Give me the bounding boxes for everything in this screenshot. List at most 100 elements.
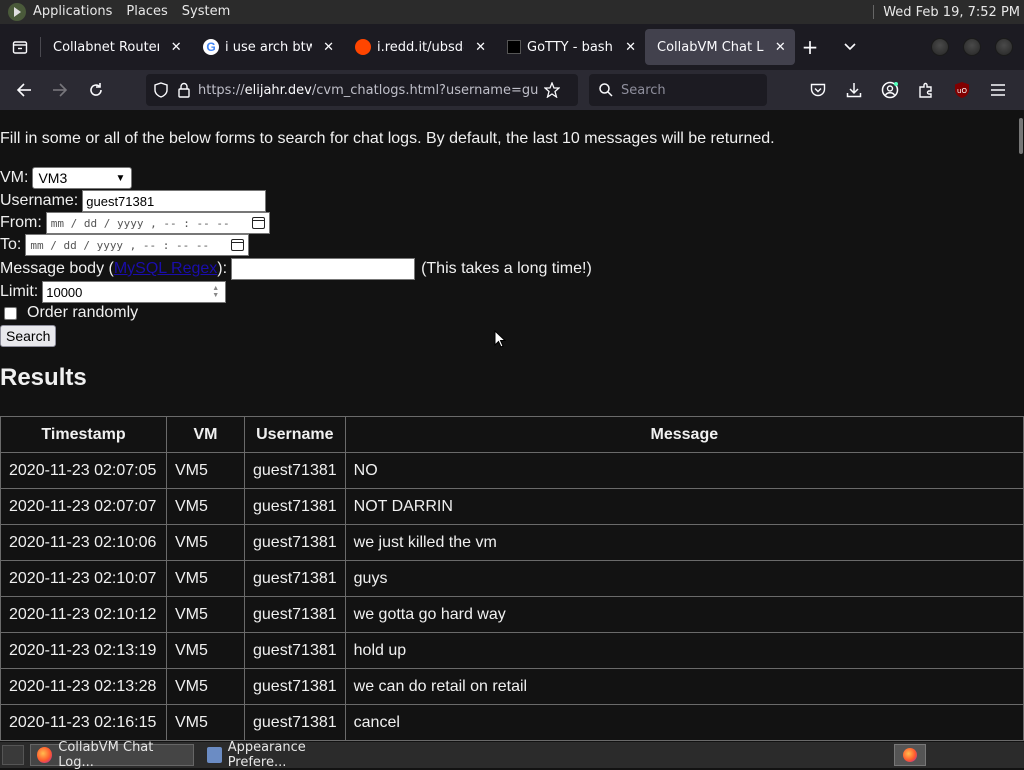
list-all-tabs-button[interactable] [835, 40, 865, 54]
close-icon[interactable]: ✕ [169, 40, 183, 55]
to-row: To: mm / dd / yyyy , -- : -- -- [0, 234, 250, 256]
reload-button[interactable] [78, 74, 114, 106]
close-icon[interactable]: ✕ [322, 40, 335, 55]
show-desktop-button[interactable] [2, 745, 24, 765]
message-body-input[interactable] [231, 258, 416, 280]
from-datetime-input[interactable]: mm / dd / yyyy , -- : -- -- [45, 212, 270, 234]
cell-message: we just killed the vm [344, 524, 1024, 561]
arrow-right-icon [53, 83, 68, 97]
back-button[interactable] [6, 74, 42, 106]
taskbar-item-appearance-preferences[interactable]: Appearance Prefere... [200, 740, 364, 770]
cell-username: guest71381 [244, 632, 346, 669]
table-row: 2020-11-23 02:10:12 VM5 guest71381 we gotta… [0, 596, 1024, 633]
cell-message: we gotta go hard way [344, 596, 1024, 633]
url-bar[interactable]: https://elijahr.dev/cvm_chatlogs.html?us… [146, 74, 578, 106]
arrow-left-icon [16, 83, 31, 97]
page-scrollbar[interactable] [1019, 118, 1023, 154]
tab-reddit-image[interactable]: i.redd.it/ubsd8x ✕ [343, 29, 495, 65]
star-icon[interactable] [544, 82, 560, 98]
cell-vm: VM5 [166, 704, 245, 741]
close-icon[interactable]: ✕ [474, 40, 487, 55]
downloads-button[interactable] [836, 74, 872, 106]
from-label: From: [0, 214, 42, 231]
spinner-icon[interactable]: ▲ ▼ [212, 285, 219, 299]
cell-message: guys [344, 560, 1024, 597]
table-row: 2020-11-23 02:07:05 VM5 guest71381 NO [0, 452, 1024, 489]
maximize-button[interactable] [963, 38, 981, 56]
cell-message: we can do retail on retail [344, 668, 1024, 705]
tab-collabvm-chat-log[interactable]: CollabVM Chat Log ✕ [645, 29, 795, 65]
results-table: Timestamp VM Username Message 2020-11-23… [0, 416, 1024, 741]
message-body-row: Message body ( MySQL Regex ): (This take… [0, 258, 592, 280]
panel-clock[interactable]: Wed Feb 19, 7:52 PM [883, 5, 1020, 20]
url-scheme: https:// [198, 82, 245, 98]
tab-gotty[interactable]: GoTTY - bash /o ✕ [495, 29, 645, 65]
to-label: To: [0, 236, 22, 253]
account-button[interactable] [872, 74, 908, 106]
close-icon[interactable]: ✕ [774, 40, 787, 55]
minimize-button[interactable] [931, 38, 949, 56]
extensions-button[interactable] [908, 74, 944, 106]
tab-collabnet-router[interactable]: Collabnet Router ✕ [41, 29, 191, 65]
account-icon [881, 81, 899, 99]
from-row: From: mm / dd / yyyy , -- : -- -- [0, 212, 270, 234]
cell-timestamp: 2020-11-23 02:10:12 [0, 596, 167, 633]
search-button[interactable]: Search [0, 325, 57, 347]
forward-button[interactable] [42, 74, 78, 106]
search-button-row: Search [0, 325, 57, 347]
search-icon [599, 83, 613, 97]
vm-select-value: VM3 [38, 170, 68, 186]
limit-input[interactable]: 10000 ▲ ▼ [42, 281, 227, 303]
gnome-foot-icon[interactable] [8, 3, 26, 21]
vm-label: VM: [0, 169, 29, 186]
tab-google-search[interactable]: G i use arch btw e ✕ [191, 29, 343, 65]
taskbar-item-firefox[interactable]: CollabVM Chat Log... [30, 740, 194, 770]
cell-timestamp: 2020-11-23 02:10:07 [0, 560, 167, 597]
results-heading: Results [0, 364, 87, 391]
cell-username: guest71381 [244, 668, 346, 705]
table-row: 2020-11-23 02:10:06 VM5 guest71381 we just … [0, 524, 1024, 561]
column-header-vm: VM [166, 416, 245, 453]
pocket-button[interactable] [800, 74, 836, 106]
tab-title: CollabVM Chat Log [657, 39, 764, 55]
username-input[interactable]: guest71381 [82, 190, 267, 212]
vm-select[interactable]: VM3 ▼ [32, 167, 133, 189]
menu-places[interactable]: Places [119, 0, 174, 24]
cell-timestamp: 2020-11-23 02:16:15 [0, 704, 167, 741]
ublock-origin-button[interactable]: uO [944, 74, 980, 106]
to-datetime-input[interactable]: mm / dd / yyyy , -- : -- -- [25, 234, 250, 256]
cell-timestamp: 2020-11-23 02:13:19 [0, 632, 167, 669]
puzzle-icon [919, 82, 932, 98]
calendar-icon[interactable] [231, 239, 245, 251]
lock-icon[interactable] [178, 82, 190, 98]
mysql-regex-link[interactable]: MySQL Regex [114, 260, 217, 278]
menu-applications[interactable]: Applications [26, 0, 119, 24]
chevron-down-icon: ▼ [115, 172, 126, 184]
shield-icon[interactable] [154, 82, 168, 98]
new-tab-button[interactable]: + [795, 35, 825, 59]
cell-message: NO [344, 452, 1024, 489]
bottom-taskbar: CollabVM Chat Log... Appearance Prefere.… [0, 740, 1024, 770]
order-randomly-row: Order randomly [0, 304, 138, 322]
order-randomly-checkbox[interactable] [4, 306, 17, 320]
limit-row: Limit: 10000 ▲ ▼ [0, 281, 227, 303]
table-row: 2020-11-23 02:10:07 VM5 guest71381 guys [0, 560, 1024, 597]
table-row: 2020-11-23 02:13:28 VM5 guest71381 we can d… [0, 668, 1024, 705]
cell-username: guest71381 [244, 704, 346, 741]
appearance-preferences-icon [207, 747, 222, 763]
url-text[interactable]: https://elijahr.dev/cvm_chatlogs.html?us… [198, 83, 538, 98]
calendar-icon[interactable] [251, 217, 265, 229]
search-placeholder: Search [621, 82, 666, 98]
search-bar[interactable]: Search [589, 74, 767, 106]
workspace-switcher[interactable] [894, 744, 926, 766]
close-icon[interactable]: ✕ [624, 40, 637, 55]
panel-separator [873, 5, 875, 19]
google-icon: G [203, 39, 219, 55]
taskbar-item-label: CollabVM Chat Log... [58, 740, 154, 770]
window-close-button[interactable] [995, 38, 1013, 56]
message-body-label-prefix: Message body ( [0, 260, 114, 277]
app-menu-button[interactable] [980, 74, 1016, 106]
firefox-icon [903, 748, 917, 762]
firefox-view-button[interactable] [0, 24, 40, 70]
menu-system[interactable]: System [175, 0, 237, 24]
